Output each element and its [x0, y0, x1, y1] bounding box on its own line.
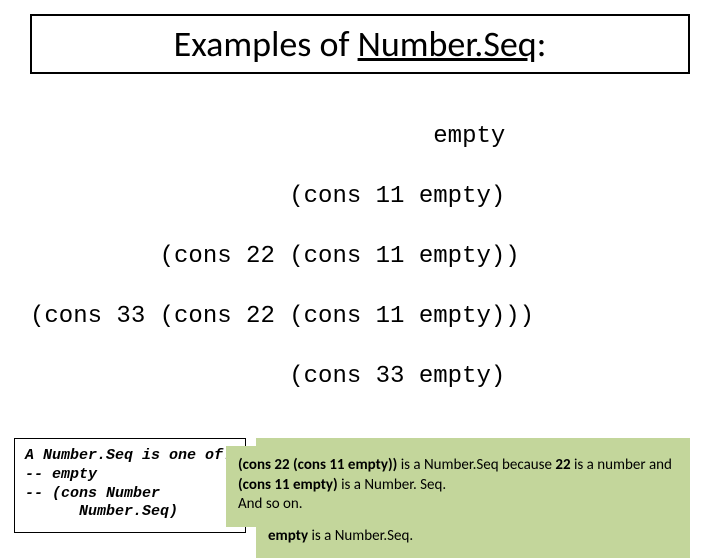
code-line: (cons 22 (cons 11 empty))	[30, 242, 690, 272]
code-examples: empty (cons 11 empty) (cons 22 (cons 11 …	[30, 92, 690, 422]
title-prefix: Examples of	[174, 22, 358, 66]
definition-box: A Number.Seq is one of: -- empty -- (con…	[14, 438, 246, 533]
title-suffix: :	[537, 22, 547, 66]
code-line: empty	[30, 122, 690, 152]
footer-explanation-box: (cons 22 (cons 11 empty)) is a Number.Se…	[226, 446, 690, 527]
title-box: Examples of Number.Seq:	[30, 14, 690, 74]
code-line: (cons 33 empty)	[30, 362, 690, 392]
page-title: Examples of Number.Seq:	[42, 22, 678, 66]
title-term: Number.Seq	[358, 22, 537, 66]
code-line: (cons 33 (cons 22 (cons 11 empty)))	[30, 302, 690, 332]
code-line: (cons 11 empty)	[30, 182, 690, 212]
explanation-line: (cons 22 (cons 11 empty)) is a Number.Se…	[238, 456, 678, 515]
